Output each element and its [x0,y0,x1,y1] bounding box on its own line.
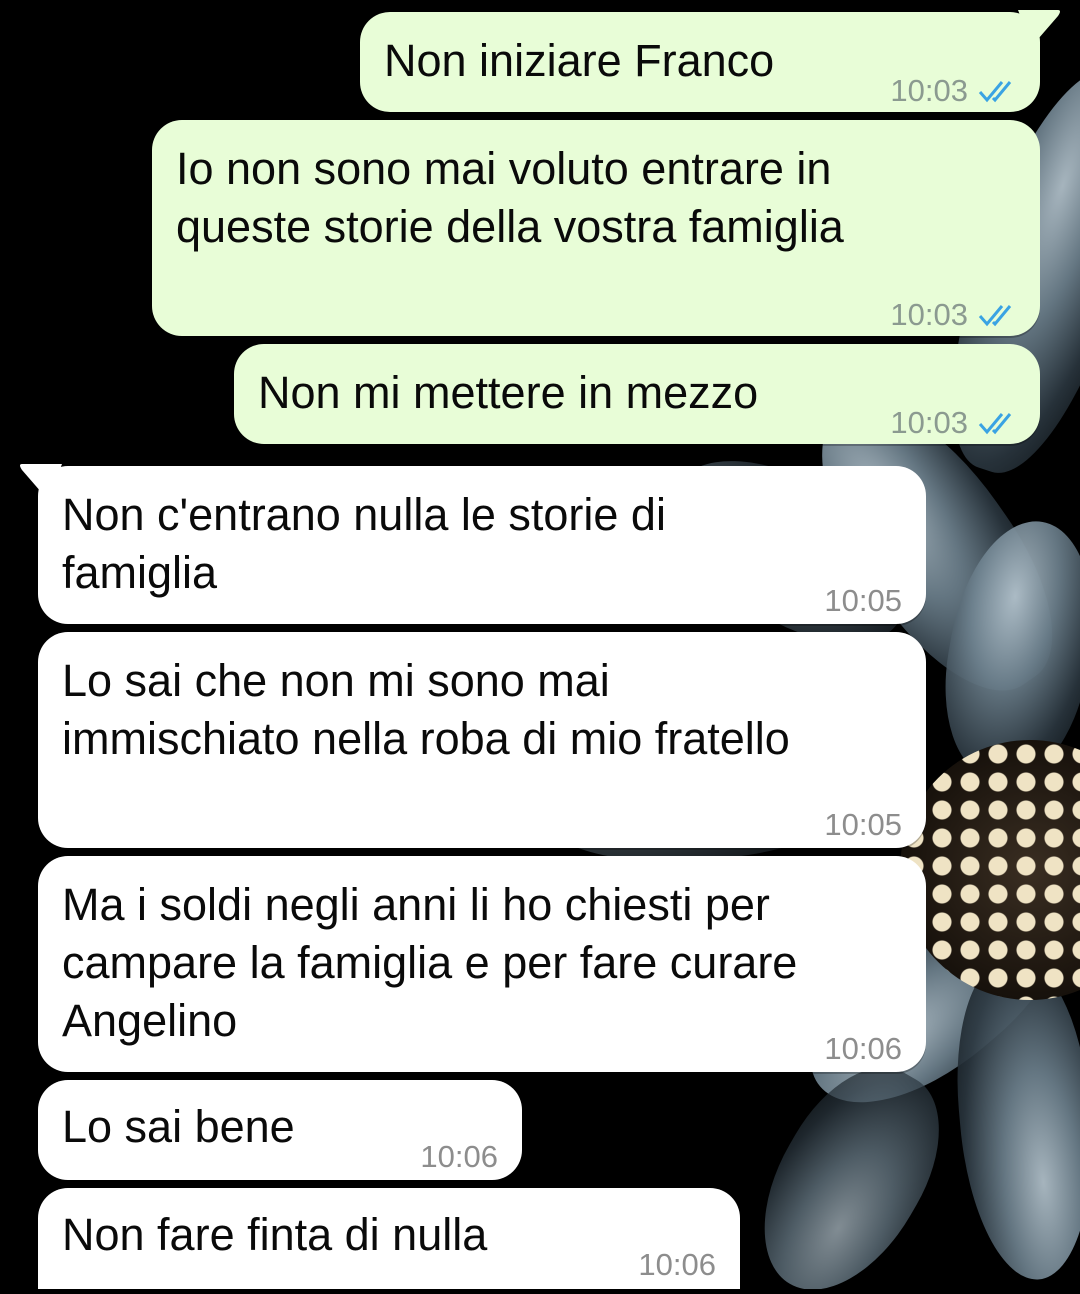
message-time: 10:06 [420,1139,498,1174]
message-time: 10:03 [890,405,968,440]
read-ticks-icon [978,305,1012,327]
message-text: Non fare finta di nulla [62,1209,488,1260]
message-time: 10:05 [824,583,902,618]
message-bubble-incoming[interactable]: Lo sai bene 10:06 [38,1080,522,1180]
message-time: 10:03 [890,73,968,108]
message-time: 10:03 [890,297,968,332]
message-text: Lo sai che non mi sono mai immischiato n… [62,655,790,764]
read-ticks-icon [978,413,1012,435]
message-text: Lo sai bene [62,1101,295,1152]
message-time: 10:06 [824,1031,902,1066]
message-text: Non c'entrano nulla le storie di famigli… [62,489,666,598]
message-text: Non mi mettere in mezzo [258,367,759,418]
message-time: 10:06 [638,1247,716,1282]
message-bubble-incoming[interactable]: Non fare finta di nulla 10:06 [38,1188,740,1289]
read-ticks-icon [978,81,1012,103]
message-bubble-incoming[interactable]: Non c'entrano nulla le storie di famigli… [38,466,926,624]
message-bubble-outgoing[interactable]: Non mi mettere in mezzo 10:03 [234,344,1040,444]
message-text: Io non sono mai voluto entrare in queste… [176,143,844,252]
message-bubble-outgoing[interactable]: Non iniziare Franco 10:03 [360,12,1040,112]
message-text: Non iniziare Franco [384,35,775,86]
message-text: Ma i soldi negli anni li ho chiesti per … [62,879,798,1046]
message-time: 10:05 [824,807,902,842]
message-bubble-incoming[interactable]: Ma i soldi negli anni li ho chiesti per … [38,856,926,1072]
message-bubble-incoming[interactable]: Lo sai che non mi sono mai immischiato n… [38,632,926,848]
message-bubble-outgoing[interactable]: Io non sono mai voluto entrare in queste… [152,120,1040,336]
